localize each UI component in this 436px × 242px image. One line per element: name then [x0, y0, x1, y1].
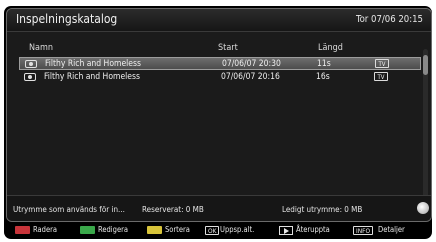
recording-length: 11s	[317, 59, 331, 69]
recordings-screen: Inspelningskatalog Tor 07/06 20:15 Namn …	[4, 6, 432, 239]
play-icon	[279, 226, 293, 235]
recording-catalog-panel: Inspelningskatalog Tor 07/06 20:15 Namn …	[6, 8, 432, 222]
recording-start: 07/06/07 20:30	[222, 59, 281, 69]
title-bar: Inspelningskatalog Tor 07/06 20:15	[7, 9, 431, 32]
used-space-text: Utrymme som används för in...	[13, 205, 125, 214]
delete-label: Radera	[33, 225, 58, 234]
red-key-icon	[15, 226, 30, 234]
column-header-start[interactable]: Start	[218, 43, 238, 53]
resume-label: Återuppta	[296, 225, 330, 234]
recording-row[interactable]: Filthy Rich and Homeless 07/06/07 20:16 …	[19, 71, 421, 84]
ok-key-icon: OK	[205, 226, 220, 235]
recording-row[interactable]: Filthy Rich and Homeless 07/06/07 20:30 …	[19, 57, 421, 70]
recording-icon	[25, 60, 37, 68]
button-legend: Radera Redigera Sortera OK Uppsp.alt. Åt…	[4, 221, 432, 239]
column-header-name[interactable]: Namn	[29, 43, 53, 53]
window-title: Inspelningskatalog	[16, 12, 118, 26]
recording-icon	[24, 73, 36, 81]
details-label: Detaljer	[378, 225, 405, 234]
list-scrollbar[interactable]	[423, 49, 428, 199]
recording-name: Filthy Rich and Homeless	[44, 72, 140, 82]
storage-status-bar: Utrymme som används för in... Reserverat…	[7, 195, 431, 221]
info-key-icon: INFO	[353, 226, 374, 235]
green-key-icon	[80, 226, 95, 234]
recording-start: 07/06/07 20:16	[221, 72, 280, 82]
reserved-space-text: Reserverat: 0 MB	[142, 205, 204, 214]
free-space-text: Ledigt utrymme: 0 MB	[282, 205, 363, 214]
tv-icon: TV	[374, 72, 388, 81]
edit-label: Redigera	[98, 225, 129, 234]
recording-list: Filthy Rich and Homeless 07/06/07 20:30 …	[19, 57, 421, 85]
playback-options-label: Uppsp.alt.	[220, 225, 255, 234]
recording-length: 16s	[316, 72, 330, 82]
yellow-key-icon	[147, 226, 162, 234]
column-header-length[interactable]: Längd	[318, 43, 343, 53]
sort-label: Sortera	[165, 225, 190, 234]
scrollbar-thumb[interactable]	[423, 55, 428, 75]
date-time: Tor 07/06 20:15	[355, 14, 423, 25]
tv-icon: TV	[375, 59, 389, 68]
disk-icon	[417, 202, 429, 214]
recording-name: Filthy Rich and Homeless	[45, 59, 141, 69]
